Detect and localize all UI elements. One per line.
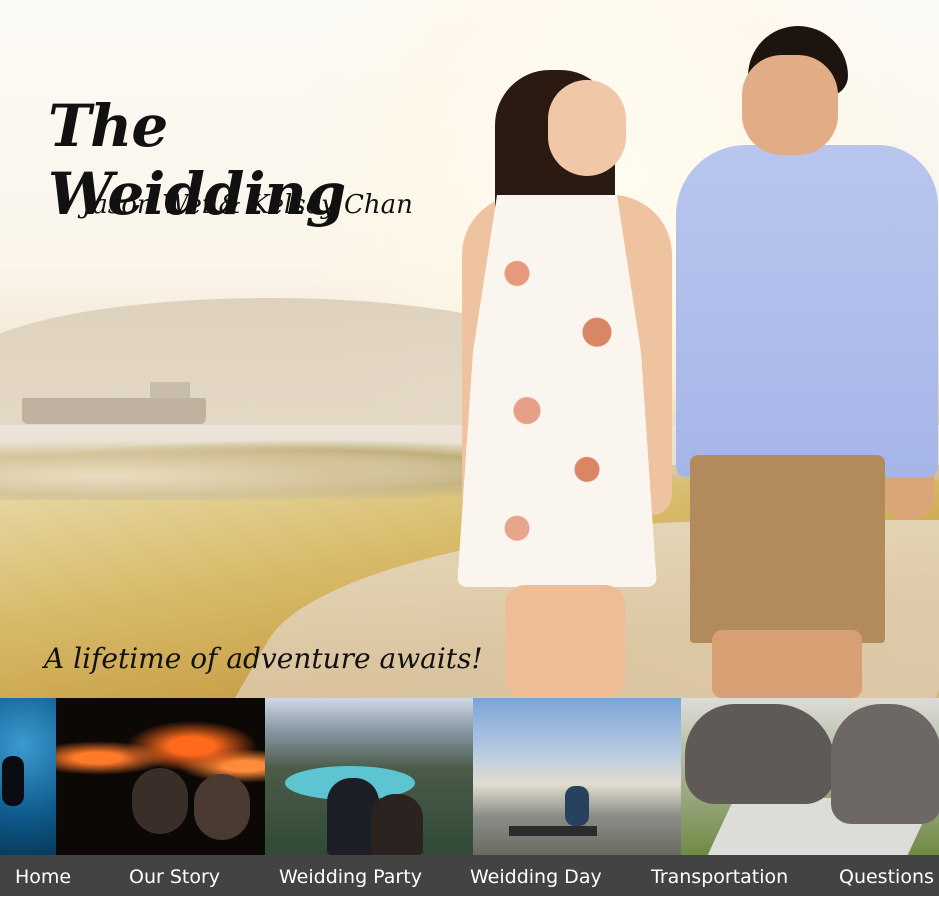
seated-person [565,786,589,826]
diver [2,756,24,806]
photo-mountain-lake [265,698,473,855]
main-nav: Home Our Story Weidding Party Weidding D… [0,855,939,896]
nav-home[interactable]: Home [15,855,71,896]
couple-names: Jason Wei & Kelsey Chan [82,190,413,220]
nav-transportation[interactable]: Transportation [651,855,788,896]
hero-banner: The Weidding Jason Wei & Kelsey Chan A l… [0,0,939,698]
photo-city-view [473,698,681,855]
nav-our-story[interactable]: Our Story [129,855,220,896]
man-face [742,55,838,155]
nav-questions[interactable]: Questions [839,855,934,896]
elephant-2 [831,704,939,824]
khaki-shorts [690,455,885,643]
ship [22,398,206,424]
flower-bushes [0,440,520,500]
ship-cabin [150,382,190,400]
photo-scuba-diver [0,698,56,855]
elephant-1 [685,704,835,804]
photo-elephants [681,698,939,855]
tagline: A lifetime of adventure awaits! [44,642,483,675]
hiker-2 [371,794,423,855]
selfie-person-2 [194,774,250,840]
nav-weidding-party[interactable]: Weidding Party [279,855,422,896]
man-legs [712,630,862,698]
photo-strip [0,698,939,855]
woman-face [548,80,626,176]
selfie-person-1 [132,768,188,834]
woman-legs [505,585,625,698]
nav-weidding-day[interactable]: Weidding Day [470,855,602,896]
blue-shirt [676,145,938,477]
bench [509,826,597,836]
photo-lava-selfie [56,698,265,855]
